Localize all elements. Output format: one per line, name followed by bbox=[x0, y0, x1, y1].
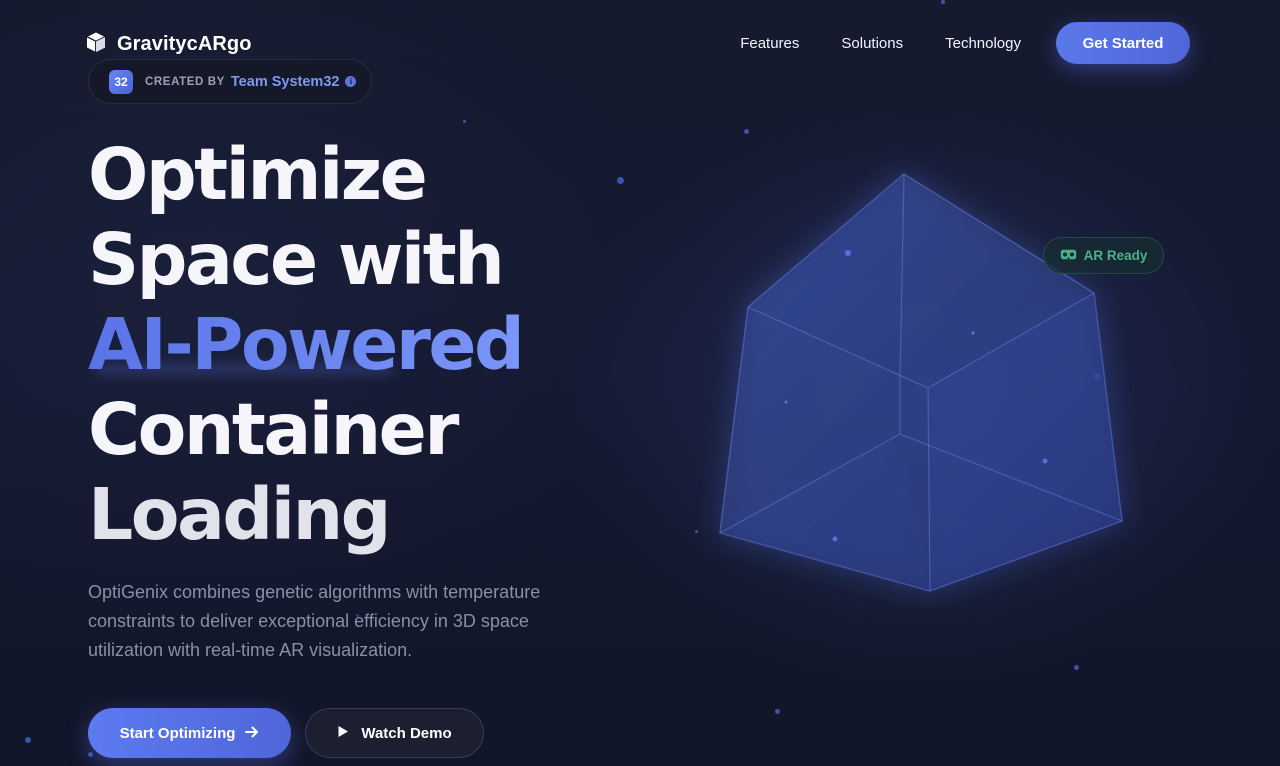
watch-demo-label: Watch Demo bbox=[361, 724, 452, 742]
watch-demo-button[interactable]: Watch Demo bbox=[305, 708, 484, 758]
nav-link-technology[interactable]: Technology bbox=[945, 35, 1021, 52]
container-cube-visual bbox=[719, 173, 1123, 592]
start-optimizing-label: Start Optimizing bbox=[119, 724, 236, 742]
start-optimizing-button[interactable]: Start Optimizing bbox=[88, 708, 291, 758]
top-nav: Features Solutions Technology Get Starte… bbox=[740, 22, 1190, 64]
particle bbox=[617, 177, 624, 184]
creator-badge[interactable]: 32 CREATED BY Team System32 i bbox=[88, 59, 372, 104]
particle bbox=[25, 737, 31, 743]
brand-name: GravitycARgo bbox=[117, 33, 252, 55]
play-icon bbox=[337, 725, 349, 742]
particle bbox=[88, 752, 93, 757]
headline-line-4: Container bbox=[88, 388, 459, 471]
headline-line-2: Space with bbox=[88, 218, 505, 301]
headline-accent-wrap: AI-Powered bbox=[88, 302, 525, 387]
headline-accent: AI-Powered bbox=[88, 303, 525, 386]
particle bbox=[463, 120, 466, 123]
headline-line-1: Optimize bbox=[88, 133, 428, 216]
particle bbox=[1074, 665, 1079, 670]
arrow-right-icon bbox=[245, 725, 259, 742]
particle bbox=[744, 129, 749, 134]
get-started-button[interactable]: Get Started bbox=[1056, 22, 1190, 64]
landing-page: GravitycARgo Features Solutions Technolo… bbox=[0, 0, 1280, 766]
team-name: Team System32 bbox=[230, 73, 340, 90]
nav-link-solutions[interactable]: Solutions bbox=[841, 35, 903, 52]
particle bbox=[775, 709, 780, 714]
particle bbox=[941, 0, 945, 4]
vr-headset-icon bbox=[1060, 248, 1077, 263]
ar-ready-label: AR Ready bbox=[1083, 248, 1148, 263]
cube-icon bbox=[84, 30, 108, 59]
team-number-badge: 32 bbox=[109, 69, 133, 94]
nav-link-features[interactable]: Features bbox=[740, 35, 799, 52]
hero-description: OptiGenix combines genetic algorithms wi… bbox=[88, 582, 541, 660]
created-by-label: CREATED BY bbox=[145, 75, 225, 88]
info-icon[interactable]: i bbox=[345, 76, 357, 87]
ar-ready-badge: AR Ready bbox=[1043, 237, 1164, 274]
headline-line-5: Loading bbox=[88, 473, 391, 556]
brand-logo[interactable]: GravitycARgo bbox=[84, 30, 252, 59]
hero-headline: Optimize Space with AI-Powered Container… bbox=[88, 132, 525, 557]
